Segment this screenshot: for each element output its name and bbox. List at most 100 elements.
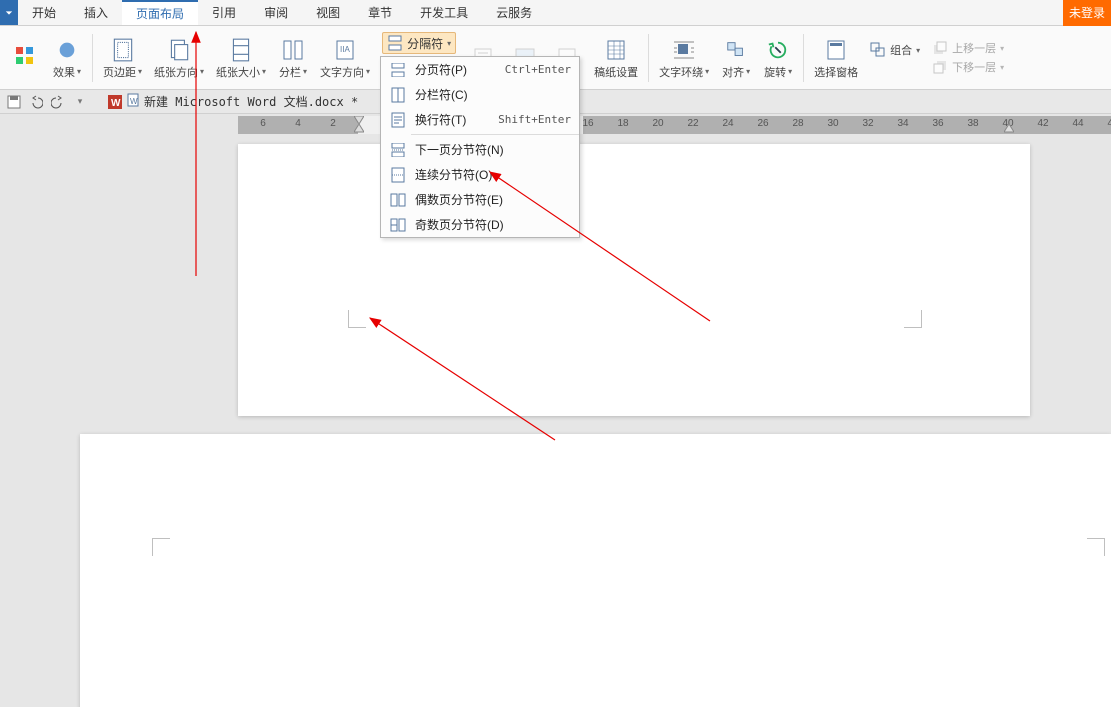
dd-label: 分栏符(C) [415, 86, 571, 103]
rotate-button[interactable]: 旋转 ▾ [759, 26, 797, 89]
column-break-icon [389, 87, 407, 103]
chevron-down-icon: ▾ [200, 67, 204, 76]
text-direction-label: 文字方向 [320, 64, 364, 80]
page-1[interactable] [238, 144, 1030, 416]
svg-text:W: W [130, 97, 138, 106]
dd-odd-page-section[interactable]: 奇数页分节符(D) [381, 212, 579, 237]
chevron-down-icon: ▾ [746, 67, 750, 76]
chevron-down-icon: ▾ [303, 67, 307, 76]
select-pane-button[interactable]: 选择窗格 [810, 26, 862, 89]
margin-button[interactable]: 页边距 ▾ [99, 26, 146, 89]
ruler-tick: 20 [652, 118, 663, 129]
page-break-icon [387, 35, 403, 51]
orientation-button[interactable]: 纸张方向 ▾ [150, 26, 208, 89]
dd-label: 分页符(P) [415, 61, 497, 78]
separator-dropdown: 分页符(P) Ctrl+Enter 分栏符(C) 换行符(T) Shift+En… [380, 56, 580, 238]
rotate-icon [763, 36, 793, 64]
palette-icon [10, 42, 40, 70]
wps-logo-icon: W [108, 95, 122, 109]
odd-page-icon [389, 218, 407, 232]
document-tab[interactable]: W W 新建 Microsoft Word 文档.docx * [108, 93, 358, 110]
chevron-down-icon: ▾ [77, 67, 81, 76]
orientation-label: 纸张方向 [154, 64, 198, 80]
horizontal-ruler[interactable]: 6 4 2 16 18 20 22 24 26 28 30 32 34 36 3… [238, 116, 1111, 134]
margin-mark [1087, 538, 1105, 556]
dropdown-separator [411, 134, 579, 135]
tab-review[interactable]: 审阅 [250, 0, 302, 25]
login-status-badge[interactable]: 未登录 [1063, 0, 1111, 26]
separator [92, 34, 93, 82]
continuous-icon [389, 167, 407, 183]
text-wrap-button[interactable]: 文字环绕 ▾ [655, 26, 713, 89]
ruler-tick: 26 [757, 118, 768, 129]
tab-view[interactable]: 视图 [302, 0, 354, 25]
chevron-down-icon: ▾ [1000, 63, 1004, 72]
page-break-icon [389, 63, 407, 77]
ruler-tick: 44 [1072, 118, 1083, 129]
ruler-tick: 24 [722, 118, 733, 129]
rotate-label: 旋转 [764, 64, 786, 80]
dd-label: 换行符(T) [415, 111, 490, 128]
margin-label: 页边距 [103, 64, 136, 80]
separator-button[interactable]: 分隔符 ▾ [382, 32, 456, 54]
tab-cloud[interactable]: 云服务 [482, 0, 546, 25]
tab-sections[interactable]: 章节 [354, 0, 406, 25]
align-button[interactable]: 对齐 ▾ [717, 26, 755, 89]
tab-developer[interactable]: 开发工具 [406, 0, 482, 25]
move-down-button[interactable]: 下移一层 ▾ [928, 58, 1008, 76]
save-icon[interactable] [6, 94, 22, 110]
theme-color-button[interactable] [6, 26, 44, 89]
paper-setting-button[interactable]: 稿纸设置 [590, 26, 642, 89]
redo-icon[interactable] [50, 94, 66, 110]
dd-column-break[interactable]: 分栏符(C) [381, 82, 579, 107]
text-direction-icon: IIA [330, 36, 360, 64]
dd-label: 下一页分节符(N) [415, 141, 571, 158]
margin-icon [108, 36, 138, 64]
effect-button[interactable]: 效果 ▾ [48, 26, 86, 89]
page-2[interactable] [80, 434, 1111, 707]
right-indent-marker-icon[interactable] [1004, 124, 1014, 134]
ruler-tick: 38 [967, 118, 978, 129]
move-up-label: 上移一层 [952, 40, 996, 56]
tab-references[interactable]: 引用 [198, 0, 250, 25]
dd-shortcut: Shift+Enter [498, 113, 571, 126]
size-button[interactable]: 纸张大小 ▾ [212, 26, 270, 89]
columns-button[interactable]: 分栏 ▾ [274, 26, 312, 89]
tab-page-layout[interactable]: 页面布局 [122, 0, 198, 25]
margin-mark [348, 310, 366, 328]
dd-continuous-section[interactable]: 连续分节符(O) [381, 162, 579, 187]
dd-even-page-section[interactable]: 偶数页分节符(E) [381, 187, 579, 212]
effect-icon [52, 36, 82, 64]
move-up-button[interactable]: 上移一层 ▾ [928, 39, 1008, 57]
margin-mark [152, 538, 170, 556]
dd-line-break[interactable]: 换行符(T) Shift+Enter [381, 107, 579, 132]
align-label: 对齐 [722, 64, 744, 80]
separator [803, 34, 804, 82]
text-wrap-label: 文字环绕 [659, 64, 703, 80]
ruler-tick: 18 [617, 118, 628, 129]
svg-text:W: W [111, 98, 121, 109]
ruler-tick: 34 [897, 118, 908, 129]
align-icon [721, 36, 751, 64]
tab-insert[interactable]: 插入 [70, 0, 122, 25]
ruler-tick: 32 [862, 118, 873, 129]
word-doc-icon: W [126, 93, 140, 110]
text-direction-button[interactable]: IIA 文字方向 ▾ [316, 26, 374, 89]
separator-label: 分隔符 [407, 35, 443, 52]
next-page-icon [389, 143, 407, 157]
app-menu-button[interactable] [0, 0, 18, 25]
tab-home[interactable]: 开始 [18, 0, 70, 25]
move-down-icon [932, 59, 948, 75]
undo-icon[interactable] [28, 94, 44, 110]
ruler-tick: 16 [582, 118, 593, 129]
qat-dropdown-icon[interactable]: ▾ [72, 94, 88, 110]
dd-page-break[interactable]: 分页符(P) Ctrl+Enter [381, 57, 579, 82]
dd-label: 奇数页分节符(D) [415, 216, 571, 233]
ruler-tick: 4 [295, 118, 301, 129]
order-group: 上移一层 ▾ 下移一层 ▾ [928, 39, 1008, 76]
group-button[interactable]: 组合 ▾ [866, 41, 924, 59]
indent-marker-icon[interactable] [354, 124, 364, 134]
dd-next-page-section[interactable]: 下一页分节符(N) [381, 137, 579, 162]
ruler-tick: 28 [792, 118, 803, 129]
dd-shortcut: Ctrl+Enter [505, 63, 571, 76]
